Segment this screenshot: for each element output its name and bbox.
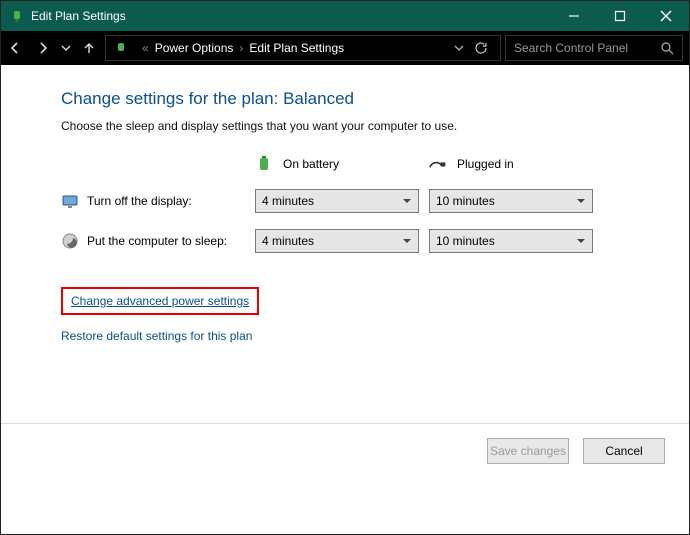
chevron-right-icon: › xyxy=(239,41,243,55)
chevron-left-icon: « xyxy=(142,41,149,55)
sleep-plugged-combo[interactable]: 10 minutes xyxy=(429,229,593,253)
search-input[interactable]: Search Control Panel xyxy=(505,35,683,61)
column-plugged-in-label: Plugged in xyxy=(457,157,514,171)
display-icon xyxy=(61,192,79,210)
column-plugged-in: Plugged in xyxy=(429,155,589,173)
navbar: « Power Options › Edit Plan Settings Sea… xyxy=(1,31,689,65)
refresh-icon[interactable] xyxy=(474,41,488,55)
page-title: Change settings for the plan: Balanced xyxy=(61,89,689,109)
row-sleep: Put the computer to sleep: xyxy=(61,232,241,250)
chevron-down-icon[interactable] xyxy=(454,43,464,53)
restore-defaults-link[interactable]: Restore default settings for this plan xyxy=(61,329,689,343)
footer: Save changes Cancel xyxy=(1,423,689,534)
window-controls xyxy=(551,1,689,31)
titlebar: Edit Plan Settings xyxy=(1,1,689,31)
sleep-icon xyxy=(61,232,79,250)
display-battery-value: 4 minutes xyxy=(262,194,314,208)
control-panel-icon xyxy=(112,39,130,57)
nav-forward-button[interactable] xyxy=(29,31,57,65)
close-button[interactable] xyxy=(643,1,689,31)
breadcrumb-power-options[interactable]: Power Options xyxy=(155,41,234,55)
power-plan-icon xyxy=(9,8,25,24)
sleep-battery-value: 4 minutes xyxy=(262,234,314,248)
sleep-battery-combo[interactable]: 4 minutes xyxy=(255,229,419,253)
battery-icon xyxy=(255,155,273,173)
row-sleep-label: Put the computer to sleep: xyxy=(87,234,227,248)
settings-grid: On battery Plugged in Turn off the dis xyxy=(61,155,689,253)
nav-back-button[interactable] xyxy=(1,31,29,65)
display-plugged-combo[interactable]: 10 minutes xyxy=(429,189,593,213)
search-icon xyxy=(660,41,674,55)
row-turn-off-display: Turn off the display: xyxy=(61,192,241,210)
display-plugged-value: 10 minutes xyxy=(436,194,495,208)
window: Edit Plan Settings xyxy=(0,0,690,535)
cancel-button[interactable]: Cancel xyxy=(583,438,665,464)
nav-up-button[interactable] xyxy=(75,31,103,65)
minimize-button[interactable] xyxy=(551,1,597,31)
maximize-button[interactable] xyxy=(597,1,643,31)
row-turn-off-display-label: Turn off the display: xyxy=(87,194,192,208)
links-area: Change advanced power settings Restore d… xyxy=(61,287,689,343)
breadcrumb-edit-plan[interactable]: Edit Plan Settings xyxy=(249,41,344,55)
nav-recent-button[interactable] xyxy=(57,31,75,65)
advanced-power-settings-link[interactable]: Change advanced power settings xyxy=(71,294,249,308)
page-subtitle: Choose the sleep and display settings th… xyxy=(61,119,689,133)
display-battery-combo[interactable]: 4 minutes xyxy=(255,189,419,213)
column-on-battery: On battery xyxy=(255,155,415,173)
column-on-battery-label: On battery xyxy=(283,157,339,171)
plug-icon xyxy=(429,155,447,173)
window-title: Edit Plan Settings xyxy=(31,9,551,23)
advanced-link-highlight: Change advanced power settings xyxy=(61,287,259,315)
search-placeholder: Search Control Panel xyxy=(514,41,660,55)
content-area: Change settings for the plan: Balanced C… xyxy=(1,65,689,534)
sleep-plugged-value: 10 minutes xyxy=(436,234,495,248)
address-right xyxy=(454,41,494,55)
address-bar[interactable]: « Power Options › Edit Plan Settings xyxy=(105,35,501,61)
save-button[interactable]: Save changes xyxy=(487,438,569,464)
